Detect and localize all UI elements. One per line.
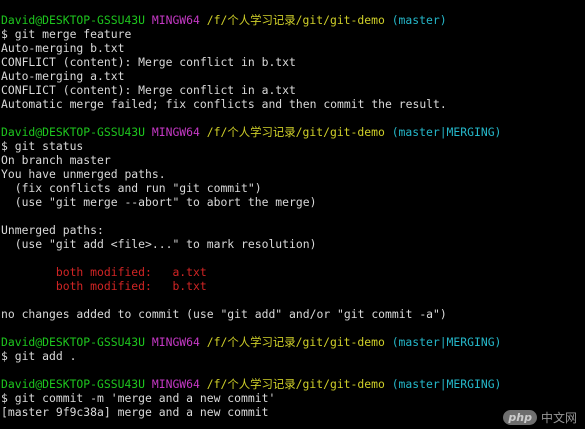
prompt-user-host: David@DESKTOP-GSSU43U (1, 125, 146, 139)
output-line: Unmerged paths: (1, 223, 104, 237)
command-line: $ git add . (1, 349, 77, 363)
conflict-line: both modified: a.txt (1, 265, 207, 279)
conflict-line: both modified: b.txt (1, 279, 207, 293)
php-logo-icon: php (503, 410, 537, 425)
prompt-line: David@DESKTOP-GSSU43U MINGW64 /f/个人学习记录/… (1, 377, 585, 391)
prompt-branch: (master|MERGING) (391, 125, 502, 139)
prompt-path: /f/个人学习记录/git/git-demo (206, 335, 385, 349)
prompt-branch: (master|MERGING) (391, 335, 502, 349)
prompt-user-host: David@DESKTOP-GSSU43U (1, 335, 146, 349)
output-line: (use "git add <file>..." to mark resolut… (1, 237, 317, 251)
output-line: (use "git merge --abort" to abort the me… (1, 195, 317, 209)
output-line: You have unmerged paths. (1, 167, 166, 181)
site-watermark: php 中文网 (503, 410, 577, 425)
output-line: no changes added to commit (use "git add… (1, 307, 447, 321)
output-line: Auto-merging a.txt (1, 69, 125, 83)
output-line: CONFLICT (content): Merge conflict in b.… (1, 55, 296, 69)
prompt-shell: MINGW64 (151, 13, 200, 27)
prompt-shell: MINGW64 (151, 377, 200, 391)
prompt-path: /f/个人学习记录/git/git-demo (206, 13, 385, 27)
command-line: $ git status (1, 139, 84, 153)
prompt-line: David@DESKTOP-GSSU43U MINGW64 /f/个人学习记录/… (1, 125, 585, 139)
prompt-shell: MINGW64 (151, 335, 200, 349)
prompt-line: David@DESKTOP-GSSU43U MINGW64 /f/个人学习记录/… (1, 13, 585, 27)
prompt-path: /f/个人学习记录/git/git-demo (206, 125, 385, 139)
prompt-user-host: David@DESKTOP-GSSU43U (1, 377, 146, 391)
command-line: $ git merge feature (1, 27, 132, 41)
prompt-path: /f/个人学习记录/git/git-demo (206, 377, 385, 391)
output-line: [master 9f9c38a] merge and a new commit (1, 405, 269, 419)
output-line: CONFLICT (content): Merge conflict in a.… (1, 83, 296, 97)
output-line: On branch master (1, 153, 111, 167)
prompt-line: David@DESKTOP-GSSU43U MINGW64 /f/个人学习记录/… (1, 335, 585, 349)
output-line: Auto-merging b.txt (1, 41, 125, 55)
prompt-branch: (master|MERGING) (391, 377, 502, 391)
prompt-shell: MINGW64 (151, 125, 200, 139)
prompt-branch: (master) (391, 13, 447, 27)
output-line: Automatic merge failed; fix conflicts an… (1, 97, 447, 111)
terminal-window[interactable]: David@DESKTOP-GSSU43U MINGW64 /f/个人学习记录/… (0, 0, 585, 429)
output-line: (fix conflicts and run "git commit") (1, 181, 262, 195)
prompt-user-host: David@DESKTOP-GSSU43U (1, 13, 146, 27)
command-line: $ git commit -m 'merge and a new commit' (1, 391, 276, 405)
watermark-text: 中文网 (540, 410, 577, 425)
